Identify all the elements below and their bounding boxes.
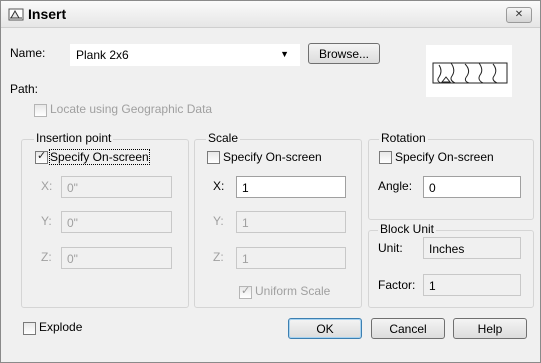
insertion-y-label: Y: — [41, 214, 52, 228]
insertion-x-label: X: — [41, 179, 53, 193]
ok-button[interactable]: OK — [288, 318, 362, 339]
browse-button[interactable]: Browse... — [308, 43, 380, 64]
geo-data-label: Locate using Geographic Data — [50, 102, 213, 116]
cancel-button[interactable]: Cancel — [371, 318, 445, 339]
insertion-z-input[interactable]: 0" — [61, 247, 172, 269]
scale-title: Scale — [206, 131, 241, 145]
scale-y-label: Y: — [213, 214, 224, 228]
scale-z-label: Z: — [213, 250, 224, 264]
rotation-specify-checkbox[interactable] — [379, 151, 392, 164]
insertion-z-label: Z: — [41, 250, 52, 264]
unit-value: Inches — [423, 237, 521, 259]
angle-input[interactable]: 0 — [423, 176, 521, 198]
rotation-title: Rotation — [379, 131, 428, 145]
factor-label: Factor: — [378, 278, 416, 292]
scale-z-input[interactable]: 1 — [236, 247, 346, 269]
explode-checkbox[interactable] — [23, 322, 36, 335]
name-combobox[interactable]: Plank 2x6 ▼ — [70, 44, 300, 66]
title-bar[interactable]: Insert ✕ — [1, 1, 540, 28]
factor-value: 1 — [423, 274, 521, 296]
scale-specify-checkbox[interactable] — [207, 151, 220, 164]
close-icon: ✕ — [514, 9, 524, 20]
insertion-point-title: Insertion point — [34, 131, 114, 145]
rotation-specify-label: Specify On-screen — [395, 150, 494, 164]
angle-label: Angle: — [378, 179, 413, 193]
dialog-title: Insert — [28, 6, 67, 22]
scale-x-label: X: — [213, 179, 225, 193]
insertion-specify-label: Specify On-screen — [49, 149, 150, 165]
uniform-scale-checkbox[interactable] — [239, 284, 252, 299]
name-value: Plank 2x6 — [76, 48, 129, 62]
scale-specify-label: Specify On-screen — [223, 150, 322, 164]
insert-dialog: Insert ✕ Name: Plank 2x6 ▼ Browse... Pat… — [0, 0, 541, 363]
help-button[interactable]: Help — [453, 318, 527, 339]
plank-preview-icon — [432, 62, 508, 84]
unit-label: Unit: — [378, 241, 403, 255]
block-unit-title: Block Unit — [378, 222, 437, 236]
insert-block-icon — [8, 8, 24, 21]
insertion-x-input[interactable]: 0" — [61, 176, 172, 198]
dropdown-arrow-icon[interactable]: ▼ — [280, 49, 289, 59]
close-button[interactable]: ✕ — [506, 7, 532, 23]
block-preview — [426, 45, 512, 97]
scale-y-input[interactable]: 1 — [236, 211, 346, 233]
name-label: Name: — [10, 46, 46, 60]
geo-data-checkbox[interactable] — [34, 104, 47, 117]
insertion-y-input[interactable]: 0" — [61, 211, 172, 233]
path-label: Path: — [10, 82, 39, 96]
explode-label: Explode — [39, 320, 83, 334]
insertion-specify-checkbox[interactable] — [35, 149, 48, 164]
scale-x-input[interactable]: 1 — [236, 176, 346, 198]
uniform-scale-label: Uniform Scale — [255, 284, 331, 298]
